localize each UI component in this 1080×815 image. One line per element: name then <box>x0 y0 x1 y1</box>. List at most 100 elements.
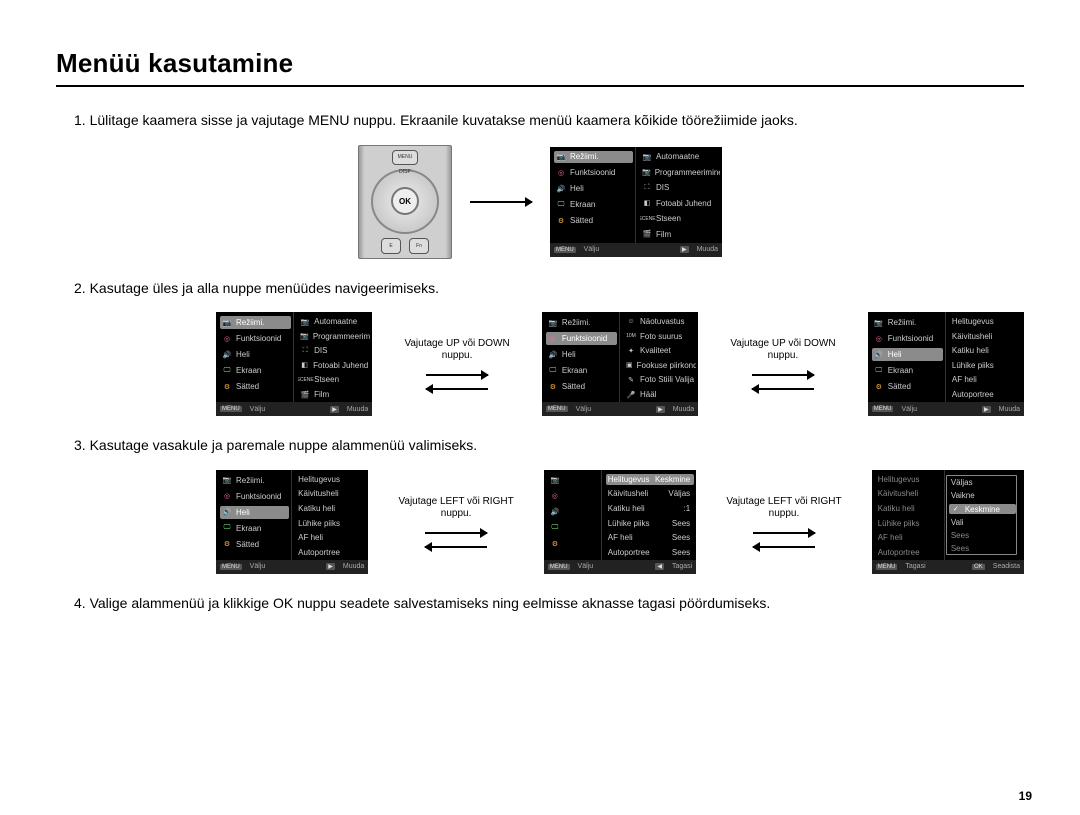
menu-item: Helitugevus <box>952 317 994 326</box>
step-3-text: 3. Kasutage vasakule ja paremale nuppe a… <box>74 436 1024 456</box>
footer-exit: Välju <box>250 406 266 413</box>
menu-item: Hääl <box>640 390 656 399</box>
menu-item: Foto suurus <box>640 332 682 341</box>
menu-item: Ekraan <box>236 524 261 533</box>
menu-item: Automaatne <box>656 152 699 161</box>
menu-item: Ekraan <box>236 366 261 375</box>
footer-menu-tag: MENU <box>220 564 242 570</box>
size-icon: 10M <box>626 331 636 341</box>
menu-item: Lühike piiks <box>952 361 994 370</box>
auto-icon: 📷 <box>300 317 310 327</box>
menu-item: AF heli <box>952 375 977 384</box>
program-icon: 📷 <box>642 167 651 177</box>
step-2-text: 2. Kasutage üles ja alla nuppe menüüdes … <box>74 279 1024 299</box>
camera-icon: 📷 <box>222 475 232 485</box>
arrow-left-icon <box>425 546 487 548</box>
film-icon: 🎬 <box>642 229 652 239</box>
menu-item: Käivitusheli <box>878 489 918 498</box>
sound-icon: 🔊 <box>222 350 232 360</box>
menu-item: Fookuse piirkond <box>637 361 696 370</box>
footer-menu-tag: MENU <box>546 406 568 412</box>
style-icon: ✎ <box>626 375 636 385</box>
arrow-right-icon <box>753 532 815 534</box>
sound-icon: 🔊 <box>556 184 566 194</box>
footer-exit: Välju <box>250 563 266 570</box>
menu-item: Autoportree <box>878 548 920 557</box>
option-item: Väljas <box>951 478 973 487</box>
menu-item: Film <box>656 230 671 239</box>
footer-exit: Välju <box>901 406 917 413</box>
menu-item: Sätted <box>570 216 593 225</box>
menu-screen-b2: 📷Režiimi. ◎Funktsioonid 🔊Heli 🖵Ekraan ⚙S… <box>542 312 698 416</box>
ok-button[interactable]: OK <box>391 187 419 215</box>
menu-item: Film <box>314 390 329 399</box>
menu-item: DIS <box>656 183 669 192</box>
updown-arrows-2: Vajutage UP või DOWN nuppu. <box>716 338 850 390</box>
menu-item: Stseen <box>656 214 681 223</box>
menu-item: Helitugevus <box>608 475 650 484</box>
menu-item: Heli <box>236 350 250 359</box>
footer-ok-tag: OK <box>972 564 985 570</box>
menu-item: Sätted <box>236 540 259 549</box>
menu-item: Fotoabi Juhend <box>313 361 368 370</box>
menu-item: Lühike piiks <box>878 519 920 528</box>
dpad[interactable]: DISP OK <box>371 169 439 233</box>
back-icon: ◀ <box>655 563 664 570</box>
menu-item: Funktsioonid <box>562 334 607 343</box>
menu-value: Väljas <box>668 489 690 498</box>
footer-change: Muuda <box>999 406 1020 413</box>
menu-item: Sätted <box>236 382 259 391</box>
menu-item: Helitugevus <box>298 475 340 484</box>
menu-screen-c3: Helitugevus Käivitusheli Katiku heli Lüh… <box>872 470 1024 574</box>
sound-icon: 🔊 <box>548 350 558 360</box>
e-button[interactable]: E <box>381 238 401 254</box>
arrow-right-icon <box>426 374 488 376</box>
menu-item: Stseen <box>314 375 339 384</box>
screen-icon: 🖵 <box>556 200 566 210</box>
camera-control-pad: MENU DISP OK E Fn <box>358 145 452 259</box>
menu-item: Katiku heli <box>608 504 645 513</box>
menu-item: Heli <box>570 184 584 193</box>
menu-item: Funktsioonid <box>236 334 281 343</box>
arrow-label-leftright: Vajutage LEFT või RIGHT nuppu. <box>386 496 526 520</box>
gear-icon: ⚙ <box>222 539 232 549</box>
gear-icon: ⚙ <box>550 539 560 549</box>
scene-icon: SCENE <box>642 214 652 224</box>
menu-button[interactable]: MENU <box>392 150 418 166</box>
footer-menu-tag: MENU <box>548 564 570 570</box>
menu-item: Fotoabi Juhend <box>656 199 711 208</box>
option-item: Sees <box>951 531 969 540</box>
menu-item: Käivitusheli <box>608 489 648 498</box>
menu-value: Sees <box>672 548 690 557</box>
menu-item: Režiimi. <box>236 318 264 327</box>
leftright-arrows-2: Vajutage LEFT või RIGHT nuppu. <box>714 496 854 548</box>
fn-button[interactable]: Fn <box>409 238 429 254</box>
fx-icon: ◎ <box>874 334 884 344</box>
footer-exit: Välju <box>584 246 600 253</box>
option-item: Sees <box>951 544 969 553</box>
footer-change: Muuda <box>343 563 364 570</box>
updown-arrows-1: Vajutage UP või DOWN nuppu. <box>390 338 524 390</box>
menu-item: Lühike piiks <box>608 519 650 528</box>
quality-icon: ✦ <box>626 346 636 356</box>
screen-icon: 🖵 <box>550 523 560 533</box>
menu-item: Heli <box>236 508 250 517</box>
menu-item: Autoportree <box>298 548 340 557</box>
menu-item: Helitugevus <box>878 475 920 484</box>
play-icon: ▶ <box>656 406 665 413</box>
fx-icon: ◎ <box>550 491 560 501</box>
menu-item: Autoportree <box>608 548 650 557</box>
play-icon: ▶ <box>326 563 335 570</box>
auto-icon: 📷 <box>642 152 652 162</box>
arrow-left-icon <box>752 388 814 390</box>
fx-icon: ◎ <box>556 168 566 178</box>
menu-item: Funktsioonid <box>570 168 615 177</box>
menu-item: Režiimi. <box>888 318 916 327</box>
figure-row-3: 📷Režiimi. ◎Funktsioonid 🔊Heli 🖵Ekraan ⚙S… <box>216 470 1024 574</box>
arrow-left-icon <box>753 546 815 548</box>
gear-icon: ⚙ <box>556 216 566 226</box>
page-number: 19 <box>1019 789 1032 803</box>
menu-screen-c2: 📷 ◎ 🔊 🖵 ⚙ HelitugevusKeskmine Käivitushe… <box>544 470 696 574</box>
sound-icon: 🔊 <box>874 350 884 360</box>
menu-item: Programmeerimine <box>655 168 720 177</box>
